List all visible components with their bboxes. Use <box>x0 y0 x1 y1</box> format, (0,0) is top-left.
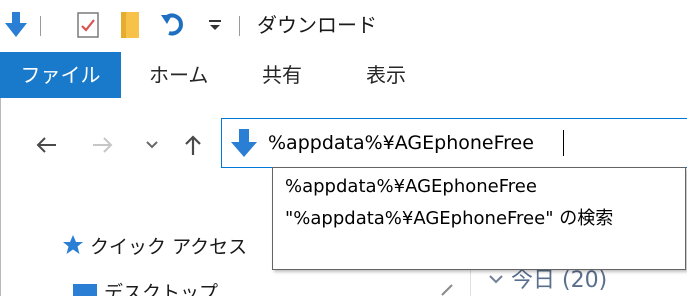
tab-view[interactable]: 表示 <box>366 52 406 98</box>
pin-icon <box>440 282 454 296</box>
tab-file[interactable]: ファイル <box>0 52 121 98</box>
toolbar-separator <box>40 16 41 36</box>
back-arrow-icon <box>36 137 56 153</box>
text-caret <box>563 130 564 156</box>
address-input[interactable] <box>268 128 687 158</box>
group-header-label: 今日 (20) <box>511 268 608 293</box>
address-bar[interactable] <box>221 118 687 168</box>
tab-home[interactable]: ホーム <box>149 52 208 98</box>
nav-quick-access-label: クイック アクセス <box>90 236 248 258</box>
download-location-icon <box>231 129 257 157</box>
window-title: ダウンロード <box>257 13 377 37</box>
up-arrow-icon <box>185 135 201 155</box>
back-button[interactable] <box>33 130 59 160</box>
toolbar-separator <box>239 16 240 36</box>
nav-desktop-label: デスクトップ <box>104 282 219 296</box>
undo-icon[interactable] <box>159 10 187 40</box>
new-folder-icon[interactable] <box>117 10 145 40</box>
recent-locations-chevron-icon <box>146 141 158 149</box>
properties-checklist-icon[interactable] <box>74 10 102 40</box>
up-button[interactable] <box>180 130 206 160</box>
download-folder-icon[interactable] <box>2 10 30 40</box>
ribbon-tabs: ファイル ホーム 共有 表示 <box>0 52 687 98</box>
autocomplete-item-path[interactable]: %appdata%¥AGEphoneFree <box>285 172 537 202</box>
explorer-window: ダウンロード ファイル ホーム 共有 表示 %appdata%¥AGEphone… <box>0 0 687 296</box>
title-bar: ダウンロード <box>0 0 687 52</box>
autocomplete-item-search[interactable]: "%appdata%¥AGEphoneFree" の検索 <box>285 204 613 234</box>
nav-desktop[interactable]: デスクトップ <box>72 278 218 296</box>
nav-quick-access[interactable]: クイック アクセス <box>62 232 247 259</box>
customize-dropdown-icon[interactable] <box>201 10 229 40</box>
recent-locations-button[interactable] <box>139 130 165 160</box>
address-autocomplete-list: %appdata%¥AGEphoneFree "%appdata%¥AGEpho… <box>272 167 686 270</box>
forward-arrow-icon <box>93 137 113 153</box>
desktop-icon <box>73 284 97 296</box>
tab-share[interactable]: 共有 <box>262 52 302 98</box>
star-icon <box>63 235 83 254</box>
forward-button[interactable] <box>90 130 116 160</box>
chevron-down-icon <box>489 275 503 284</box>
